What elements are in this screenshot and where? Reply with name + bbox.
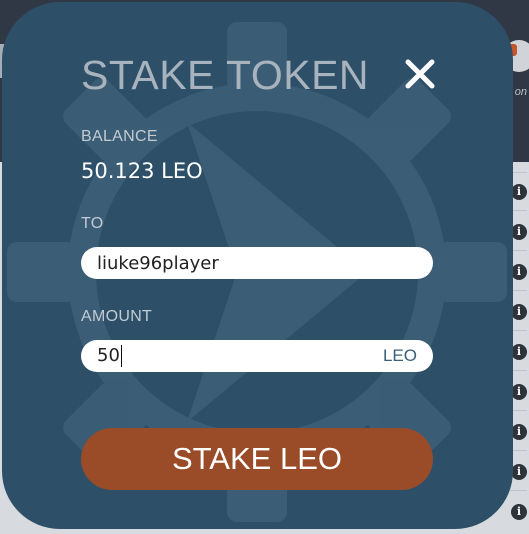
amount-unit-label: LEO xyxy=(382,346,417,365)
text-caret xyxy=(120,345,122,368)
amount-label: AMOUNT xyxy=(81,308,153,325)
info-icon[interactable]: i xyxy=(511,424,527,440)
info-icon[interactable]: i xyxy=(511,464,527,480)
close-icon[interactable] xyxy=(400,54,440,94)
info-icon[interactable]: i xyxy=(511,304,527,320)
modal-title: STAKE TOKEN xyxy=(81,52,370,98)
amount-input-value: 50 xyxy=(97,344,120,366)
background-hint-text: on xyxy=(514,86,527,98)
info-icon[interactable]: i xyxy=(511,384,527,400)
balance-value: 50.123 LEO xyxy=(81,159,203,183)
to-label: TO xyxy=(81,215,104,232)
info-icon[interactable]: i xyxy=(511,184,527,200)
close-button[interactable] xyxy=(400,54,440,94)
balance-label: BALANCE xyxy=(81,128,158,145)
to-input-value: liuke96player xyxy=(97,252,219,274)
to-input[interactable]: liuke96player xyxy=(81,247,433,279)
amount-input-content: 50 xyxy=(97,345,122,368)
stake-leo-button[interactable]: STAKE LEO xyxy=(81,428,433,490)
info-icon[interactable]: i xyxy=(511,344,527,360)
amount-input[interactable]: 50 LEO xyxy=(81,340,433,372)
info-icon[interactable]: i xyxy=(511,224,527,240)
info-icon[interactable]: i xyxy=(511,264,527,280)
stake-token-modal: STAKE TOKEN BALANCE 50.123 LEO TO liuke9… xyxy=(2,2,513,529)
info-icon[interactable]: i xyxy=(511,504,527,520)
